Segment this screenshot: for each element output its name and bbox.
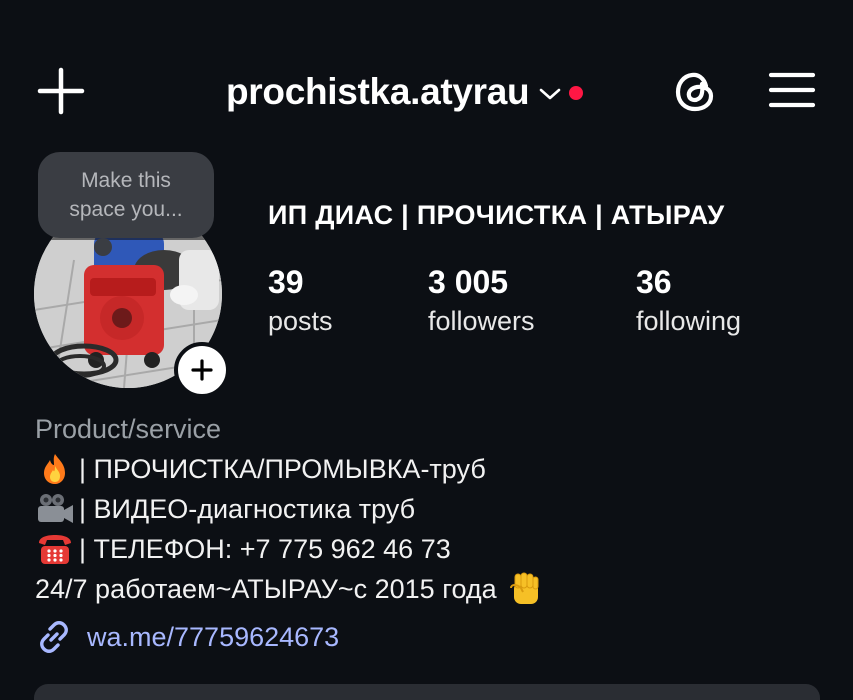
followers-stat[interactable]: 3 005 followers bbox=[428, 262, 535, 340]
new-post-button[interactable] bbox=[36, 66, 86, 116]
bio-line-1: | ПРОЧИСТКА/ПРОМЫВКА-труб bbox=[35, 452, 486, 486]
plus-icon bbox=[37, 67, 85, 115]
hamburger-menu-icon bbox=[768, 72, 816, 108]
bio-line-3-text: | ТЕЛЕФОН: +7 775 962 46 73 bbox=[79, 533, 451, 564]
note-bubble[interactable]: Make this space you... bbox=[38, 152, 214, 238]
bio-line-1-text: | ПРОЧИСТКА/ПРОМЫВКА-труб bbox=[79, 453, 486, 484]
link-icon bbox=[40, 621, 68, 653]
bio-line-2-text: | ВИДЕО-диагностика труб bbox=[79, 493, 416, 524]
followers-label: followers bbox=[428, 306, 535, 336]
edit-profile-button[interactable] bbox=[34, 684, 820, 700]
telephone-emoji-icon bbox=[39, 535, 71, 564]
note-bubble-tail bbox=[94, 238, 112, 256]
posts-count: 39 bbox=[268, 264, 304, 300]
raised-fist-emoji-icon bbox=[509, 572, 539, 604]
profile-category: Product/service bbox=[35, 414, 222, 444]
username: prochistka.atyrau bbox=[226, 71, 530, 112]
bio-line-4: 24/7 работаем~АТЫРАУ~с 2015 года bbox=[35, 570, 545, 608]
fire-emoji-icon bbox=[44, 454, 65, 484]
profile-link-text: wa.me/77759624673 bbox=[87, 621, 340, 652]
avatar-section: Make this space you... bbox=[34, 150, 230, 398]
note-text-line2: space you... bbox=[69, 198, 183, 221]
threads-button[interactable] bbox=[670, 64, 722, 116]
following-label: following bbox=[636, 306, 742, 336]
add-story-button[interactable] bbox=[174, 342, 230, 398]
profile-link[interactable]: wa.me/77759624673 bbox=[35, 618, 339, 656]
note-text-line1: Make this bbox=[81, 169, 171, 192]
posts-stat[interactable]: 39 posts bbox=[268, 262, 333, 340]
bio-line-2: | ВИДЕО-диагностика труб bbox=[35, 492, 415, 526]
bio-line-4-text: 24/7 работаем~АТЫРАУ~с 2015 года bbox=[35, 573, 497, 604]
threads-icon bbox=[675, 72, 714, 112]
plus-icon bbox=[191, 359, 213, 381]
posts-label: posts bbox=[268, 306, 333, 336]
account-switcher[interactable]: prochistka.atyrau bbox=[226, 64, 584, 120]
profile-full-name: ИП ДИАС | ПРОЧИСТКА | АТЫРАУ bbox=[268, 200, 725, 230]
movie-camera-emoji-icon bbox=[38, 494, 73, 523]
following-count: 36 bbox=[636, 264, 672, 300]
chevron-down-icon bbox=[540, 88, 561, 100]
profile-page: prochistka.atyrau Make this space you... bbox=[0, 0, 853, 700]
following-stat[interactable]: 36 following bbox=[636, 262, 741, 340]
followers-count: 3 005 bbox=[428, 264, 509, 300]
bio-line-3: | ТЕЛЕФОН: +7 775 962 46 73 bbox=[35, 532, 451, 566]
menu-button[interactable] bbox=[768, 70, 816, 110]
notification-dot bbox=[569, 86, 584, 100]
